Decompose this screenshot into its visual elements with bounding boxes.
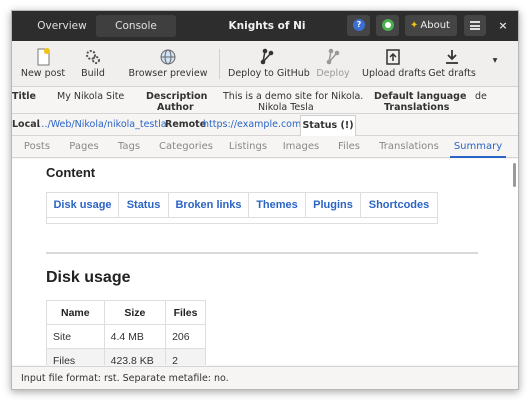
toolbar: New post Build Browser preview Deploy to… [12,41,518,87]
table-row: Files 423.8 KB 2 [46,348,206,365]
default-language-label: Default language [374,91,467,102]
tab-images[interactable]: Images [280,136,322,158]
title-value: My Nikola Site [57,91,125,102]
upload-icon [362,47,424,67]
github-icon [382,19,394,31]
toolbar-separator [219,49,220,79]
more-actions-button[interactable]: ▾ [488,55,502,66]
default-language-value: de [475,91,487,102]
translations-label: Translations [384,102,450,113]
nav-broken-links-link[interactable]: Broken links [169,193,249,217]
table-header-row: Name Size Files [46,300,206,325]
hamburger-icon [470,21,480,30]
deploy-label: Deploy [316,68,350,79]
table-cell: 4.4 MB [103,324,167,349]
table-cell: 206 [165,324,206,349]
status-bar: Input file format: rst. Separate metafil… [12,366,518,389]
deploy-icon [314,47,352,67]
remote-label: Remote [165,119,207,130]
get-drafts-button[interactable]: Get drafts [428,47,476,79]
remote-url-link[interactable]: https://example.com/ [203,119,304,130]
table-cell: Files [46,348,105,365]
tab-tags[interactable]: Tags [112,136,146,158]
tab-listings[interactable]: Listings [225,136,271,158]
section-divider [46,252,478,254]
author-value: Nikola Tesla [258,102,314,113]
deploy-button[interactable]: Deploy [314,47,352,79]
app-window: Overview Console Knights of Ni ? ✦ About … [11,10,519,390]
deploy-github-label: Deploy to GitHub [228,68,310,79]
description-value: This is a demo site for Nikola. [223,91,364,102]
github-button[interactable] [376,15,399,36]
description-label: Description [146,91,208,102]
globe-icon [128,47,208,67]
local-label: Local [12,119,40,130]
build-label: Build [81,68,105,79]
table-cell: 2 [165,348,206,365]
summary-content: Content Disk usage Status Broken links T… [12,159,518,365]
summary-nav-table: Disk usage Status Broken links Themes Pl… [46,192,438,224]
menu-button[interactable] [464,15,486,36]
star-icon: ✦ [410,20,419,31]
nav-disk-usage-link[interactable]: Disk usage [47,193,119,217]
tab-console[interactable]: Console [96,15,176,37]
help-icon: ? [353,19,365,31]
content-heading: Content [46,165,96,180]
help-button[interactable]: ? [347,15,370,36]
tab-summary[interactable]: Summary [450,136,506,158]
browser-preview-label: Browser preview [128,68,208,79]
tab-translations[interactable]: Translations [374,136,444,158]
nav-themes-link[interactable]: Themes [249,193,306,217]
new-document-icon [20,47,66,67]
get-drafts-label: Get drafts [428,68,476,79]
upload-drafts-button[interactable]: Upload drafts [362,47,426,79]
column-header: Size [103,300,167,325]
vertical-scrollbar[interactable] [513,163,516,187]
status-button[interactable]: Status (!) [300,115,356,136]
tab-posts[interactable]: Posts [18,136,56,158]
chevron-down-icon: ▾ [492,55,498,66]
nav-status-link[interactable]: Status [119,193,169,217]
title-label: Title [12,91,36,102]
deploy-github-button[interactable]: Deploy to GitHub [228,47,310,79]
site-metadata: Title My Nikola Site Description This is… [12,88,518,114]
local-path-link[interactable]: …/Web/Nikola/nikola_testla [38,119,167,130]
gears-icon [74,47,112,67]
new-post-label: New post [20,68,66,79]
tab-overview[interactable]: Overview [26,15,98,37]
git-branch-icon [228,47,306,67]
nav-shortcodes-link[interactable]: Shortcodes [361,193,437,217]
tab-files[interactable]: Files [332,136,366,158]
column-header: Files [165,300,206,325]
about-button[interactable]: ✦ About [405,15,457,36]
upload-drafts-label: Upload drafts [362,68,426,79]
new-post-button[interactable]: New post [20,47,66,79]
download-icon [428,47,476,67]
table-cell: Site [46,324,105,349]
location-bar: Local …/Web/Nikola/nikola_testla Remote … [12,115,518,136]
table-row: Site 4.4 MB 206 [46,324,206,349]
column-header: Name [46,300,105,325]
about-label: About [420,20,450,31]
notebook-tabs: Posts Pages Tags Categories Listings Ima… [12,136,518,158]
close-button[interactable]: × [493,11,513,41]
author-label: Author [157,102,194,113]
browser-preview-button[interactable]: Browser preview [128,47,208,79]
nav-plugins-link[interactable]: Plugins [306,193,361,217]
header-bar: Overview Console Knights of Ni ? ✦ About … [12,11,518,41]
build-button[interactable]: Build [74,47,112,79]
disk-usage-heading: Disk usage [46,269,131,286]
tab-categories[interactable]: Categories [154,136,218,158]
tab-pages[interactable]: Pages [64,136,104,158]
nav-table-empty-row [47,217,437,225]
window-title: Knights of Ni [228,20,306,32]
disk-usage-table: Name Size Files Site 4.4 MB 206 Files 42… [46,300,206,365]
table-cell: 423.8 KB [103,348,167,365]
